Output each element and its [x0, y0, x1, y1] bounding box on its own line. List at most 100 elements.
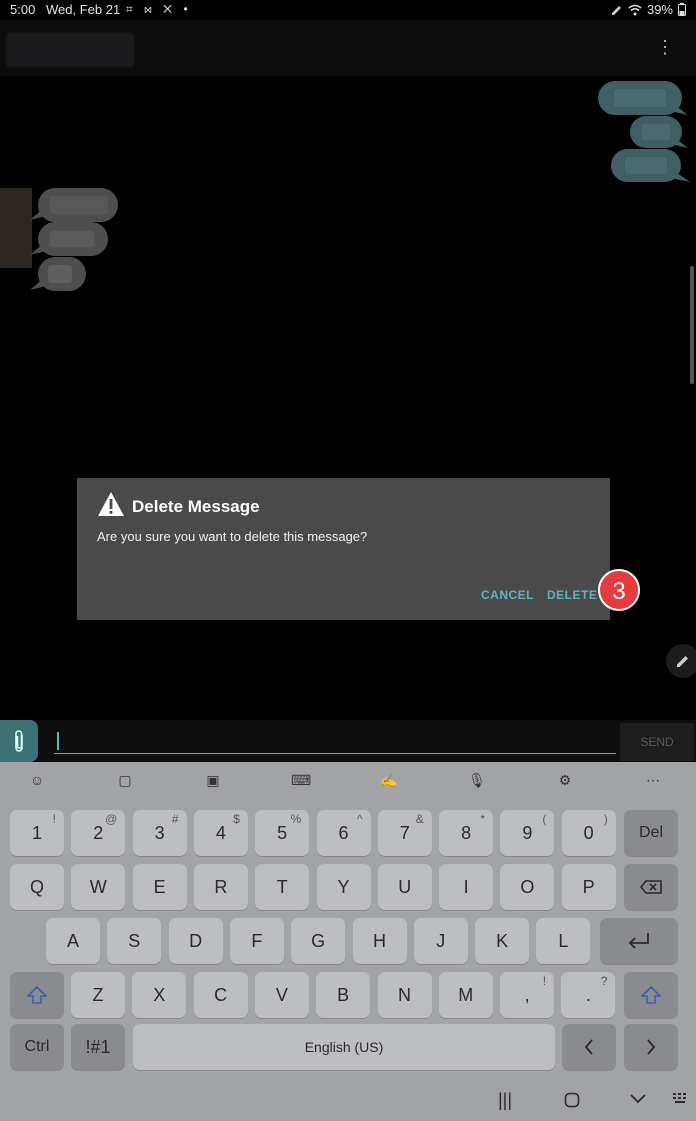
key-z[interactable]: Z — [71, 972, 125, 1018]
key-6[interactable]: 6 ^ — [316, 810, 371, 856]
key-comma[interactable]: ,! — [500, 972, 555, 1018]
back-chevron-icon[interactable] — [630, 1094, 646, 1104]
contact-avatar[interactable] — [0, 188, 32, 268]
key-h[interactable]: H — [352, 918, 407, 964]
enter-icon — [628, 933, 649, 949]
key-8-label: 8 — [461, 823, 472, 843]
overflow-menu-icon[interactable]: ⋮ — [656, 38, 674, 56]
key-1[interactable]: 1! — [10, 810, 64, 856]
key-3[interactable]: 3 # — [132, 810, 187, 856]
key-4-label: 4 — [215, 823, 226, 843]
space-bar-label: English (US) — [304, 1039, 384, 1055]
redacted-message-text — [48, 265, 72, 283]
key-5-alt-label: % — [290, 812, 302, 826]
compose-fab[interactable] — [666, 644, 696, 678]
dialog-message: Are you sure you want to delete this mes… — [97, 529, 368, 544]
key-c-label: C — [214, 985, 228, 1005]
key-9-label: 9 — [522, 823, 533, 843]
compose-bar: SEND — [0, 720, 696, 762]
key-c[interactable]: C — [193, 972, 248, 1018]
sticker-icon[interactable]: ▣ — [203, 770, 223, 790]
key-s[interactable]: S — [107, 918, 162, 964]
symbols-key[interactable]: !#1 — [71, 1024, 125, 1070]
more-icon[interactable]: ⋯ — [643, 770, 663, 790]
key-y[interactable]: Y — [316, 864, 371, 910]
recents-icon[interactable]: ||| — [498, 1090, 512, 1111]
key-r[interactable]: R — [193, 864, 248, 910]
delete-key[interactable]: Del — [624, 810, 678, 856]
key-i[interactable]: I — [439, 864, 494, 910]
key-7[interactable]: 7 & — [377, 810, 432, 856]
incoming-message-bubble[interactable] — [38, 188, 118, 222]
shift-icon — [26, 985, 48, 1004]
key-n[interactable]: N — [377, 972, 432, 1018]
key-o[interactable]: O — [500, 864, 555, 910]
key-g[interactable]: G — [291, 918, 346, 964]
message-list[interactable] — [0, 76, 696, 720]
settings-icon[interactable]: ⚙ — [555, 770, 575, 790]
ctrl-key-label: Ctrl — [24, 1038, 50, 1055]
key-h-label: H — [373, 931, 386, 951]
key-6-alt-label: ^ — [356, 812, 363, 826]
key-p[interactable]: P — [561, 864, 616, 910]
key-5[interactable]: 5% — [255, 810, 310, 856]
key-v[interactable]: V — [254, 972, 309, 1018]
clipboard-icon[interactable]: ▢ — [115, 770, 135, 790]
contact-name-redacted[interactable] — [6, 33, 134, 67]
home-icon[interactable] — [564, 1092, 580, 1108]
arrow-right-key[interactable] — [624, 1024, 678, 1070]
key-a[interactable]: A — [46, 918, 100, 964]
key-k[interactable]: K — [475, 918, 530, 964]
key-x[interactable]: X — [132, 972, 187, 1018]
dialog-title: Delete Message — [132, 497, 260, 516]
shift-key-left[interactable] — [10, 972, 64, 1018]
key-e[interactable]: E — [132, 864, 187, 910]
key-0[interactable]: 0) — [561, 810, 616, 856]
conversation-app-bar: ⋮ — [0, 20, 696, 76]
key-8[interactable]: 8 * — [439, 810, 494, 856]
key-u[interactable]: U — [377, 864, 432, 910]
key-period[interactable]: .? — [561, 972, 616, 1018]
ctrl-key[interactable]: Ctrl — [10, 1024, 64, 1070]
symbols-key-label: !#1 — [85, 1037, 111, 1057]
notification-icons: ⌗ ⋈ ✕ • — [126, 2, 192, 16]
space-bar[interactable]: English (US) — [133, 1024, 555, 1070]
key-9-alt-label: ( — [542, 812, 547, 826]
backspace-key[interactable] — [624, 864, 678, 910]
bubble-tail — [670, 134, 688, 148]
arrow-left-key[interactable] — [562, 1024, 616, 1070]
cancel-button[interactable]: CANCEL — [481, 588, 534, 602]
key-7-label: 7 — [399, 823, 410, 843]
key-b[interactable]: B — [316, 972, 371, 1018]
enter-key[interactable] — [600, 918, 678, 964]
keyboard-hide-icon[interactable] — [672, 1092, 690, 1106]
message-input[interactable] — [54, 728, 616, 754]
warning-icon — [98, 492, 124, 516]
key-d[interactable]: D — [168, 918, 223, 964]
key-9[interactable]: 9( — [500, 810, 555, 856]
key-q[interactable]: Q — [10, 864, 64, 910]
key-t[interactable]: T — [255, 864, 310, 910]
send-button[interactable]: SEND — [620, 723, 694, 761]
mic-icon[interactable]: 🎙 — [467, 770, 487, 790]
key-m[interactable]: M — [438, 972, 493, 1018]
key-j[interactable]: J — [413, 918, 468, 964]
incoming-message-bubble[interactable] — [38, 222, 108, 256]
key-w[interactable]: W — [71, 864, 126, 910]
delete-button[interactable]: DELETE — [547, 588, 597, 602]
keyboard-mode-icon[interactable]: ⌨ — [291, 770, 311, 790]
key-u-label: U — [398, 877, 412, 897]
emoji-icon[interactable]: ☺ — [27, 770, 47, 790]
attach-button[interactable] — [0, 720, 38, 762]
key-2[interactable]: 2 @ — [71, 810, 126, 856]
key-x-label: X — [153, 985, 166, 1005]
handwriting-icon[interactable]: ✍ — [379, 770, 399, 790]
key-d-label: D — [189, 931, 203, 951]
key-q-label: Q — [29, 877, 44, 897]
key-f[interactable]: F — [229, 918, 284, 964]
key-4[interactable]: 4 $ — [193, 810, 248, 856]
key-l-label: L — [558, 931, 569, 951]
scrollbar[interactable] — [690, 266, 694, 384]
shift-key-right[interactable] — [624, 972, 678, 1018]
bubble-tail — [670, 101, 688, 115]
